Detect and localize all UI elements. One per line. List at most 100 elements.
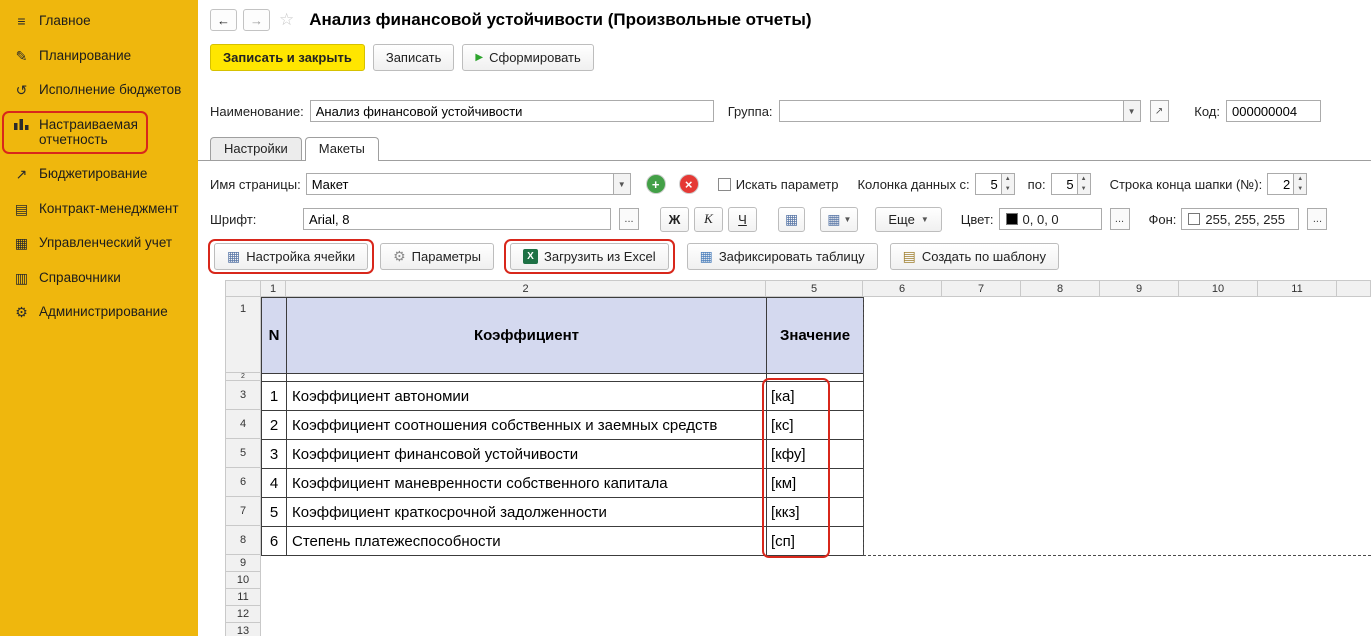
sidebar-item-custom-reports[interactable]: Настраиваемая отчетность (0, 108, 198, 158)
font-picker-button[interactable]: ... (619, 208, 639, 230)
row-number[interactable]: 2 (225, 373, 261, 381)
back-button[interactable]: ← (210, 9, 237, 31)
column-header[interactable]: 11 (1258, 280, 1337, 297)
column-header[interactable]: 9 (1100, 280, 1179, 297)
row-number[interactable]: 8 (225, 526, 261, 555)
sheet-cell[interactable]: Коэффициент автономии (287, 382, 767, 411)
spin-up-icon[interactable]: ▲ (1001, 174, 1014, 184)
column-header[interactable]: 7 (942, 280, 1021, 297)
sheet-cell[interactable]: Коэффициент соотношения собственных и за… (287, 411, 767, 440)
page-name-input[interactable] (305, 173, 614, 195)
sheet-cell[interactable]: Коэффициент краткосрочной задолженности (287, 498, 767, 527)
sidebar-item-planning[interactable]: ✎ Планирование (0, 39, 198, 74)
sheet-cell[interactable]: 1 (262, 382, 287, 411)
spin-up-icon[interactable]: ▲ (1294, 174, 1307, 184)
spin-up-icon[interactable]: ▲ (1077, 174, 1090, 184)
row-number[interactable]: 4 (225, 410, 261, 439)
merge-cells-button[interactable]: ▦ (778, 206, 806, 232)
sheet-cell[interactable]: Коэффициент финансовой устойчивости (287, 440, 767, 469)
cell-settings-button[interactable]: ▦ Настройка ячейки (207, 239, 375, 274)
sheet-cell[interactable]: 5 (262, 498, 287, 527)
sheet-cell[interactable]: [сп] (767, 527, 864, 556)
forward-button[interactable]: → (243, 9, 270, 31)
sheet-cell[interactable]: 3 (262, 440, 287, 469)
sheet-cell[interactable]: Значение (767, 298, 864, 374)
name-input[interactable] (309, 100, 714, 122)
background-picker-button[interactable]: ... (1307, 208, 1328, 230)
spin-down-icon[interactable]: ▼ (1001, 184, 1014, 194)
background-field[interactable]: 255, 255, 255 (1181, 208, 1300, 230)
group-open-button[interactable]: ↗ (1149, 100, 1169, 122)
sheet-cell[interactable]: Степень платежеспособности (287, 527, 767, 556)
bold-button[interactable]: Ж (660, 206, 689, 232)
save-button[interactable]: Записать (372, 44, 455, 71)
row-number[interactable]: 5 (225, 439, 261, 468)
group-dropdown-icon[interactable]: ▼ (1123, 100, 1141, 122)
favorite-star-icon[interactable]: ☆ (279, 10, 294, 30)
row-number[interactable]: 6 (225, 468, 261, 497)
sheet-cell[interactable]: Коэффициент маневренности собственного к… (287, 469, 767, 498)
sheet-cell[interactable] (767, 374, 864, 382)
underline-button[interactable]: Ч (728, 206, 757, 232)
color-picker-button[interactable]: ... (1109, 208, 1130, 230)
row-number[interactable]: 11 (225, 589, 261, 606)
sheet-cell[interactable]: 2 (262, 411, 287, 440)
sheet-cell[interactable]: [ккз] (767, 498, 864, 527)
sidebar-item-management-accounting[interactable]: ▦ Управленческий учет (0, 226, 198, 261)
sidebar-item-budgeting[interactable]: ↗ Бюджетирование (0, 157, 198, 192)
spin-down-icon[interactable]: ▼ (1077, 184, 1090, 194)
row-number[interactable]: 9 (225, 555, 261, 572)
tab-settings[interactable]: Настройки (210, 137, 302, 160)
column-header[interactable]: 5 (766, 280, 863, 297)
add-page-button[interactable]: + (645, 174, 666, 194)
corner-cell[interactable] (225, 280, 261, 297)
sheet-canvas[interactable]: N Коэффициент Значение 1 Коэффициент авт… (261, 297, 1371, 636)
more-button[interactable]: Еще ▼ (875, 206, 942, 232)
column-header[interactable]: 6 (863, 280, 942, 297)
save-and-close-button[interactable]: Записать и закрыть (210, 44, 365, 71)
data-column-to-input[interactable] (1050, 173, 1078, 195)
row-number[interactable]: 12 (225, 606, 261, 623)
sheet-cell[interactable]: [ка] (767, 382, 864, 411)
column-header[interactable]: 10 (1179, 280, 1258, 297)
spin-down-icon[interactable]: ▼ (1294, 184, 1307, 194)
tab-layouts[interactable]: Макеты (304, 137, 379, 161)
sidebar-item-administration[interactable]: ⚙ Администрирование (0, 295, 198, 330)
sidebar-item-budget-execution[interactable]: ↺ Исполнение бюджетов (0, 73, 198, 108)
column-header[interactable]: 1 (261, 280, 286, 297)
search-param-checkbox[interactable] (717, 177, 731, 191)
sheet-cell[interactable]: [кфу] (767, 440, 864, 469)
sheet-cell[interactable]: 4 (262, 469, 287, 498)
data-column-from-input[interactable] (974, 173, 1002, 195)
header-end-row-input[interactable] (1267, 173, 1295, 195)
column-header[interactable]: 8 (1021, 280, 1100, 297)
generate-button[interactable]: ▶ Сформировать (462, 44, 594, 71)
sidebar-item-contract-management[interactable]: ▤ Контракт-менеджмент (0, 192, 198, 227)
delete-page-button[interactable]: × (678, 174, 699, 194)
row-number[interactable]: 7 (225, 497, 261, 526)
sidebar-item-catalogs[interactable]: ▥ Справочники (0, 261, 198, 296)
row-number[interactable]: 13 (225, 623, 261, 636)
font-input[interactable] (303, 208, 611, 230)
fix-table-button[interactable]: ▦ Зафиксировать таблицу (686, 243, 878, 270)
create-from-template-button[interactable]: ▤ Создать по шаблону (889, 243, 1059, 270)
sidebar-item-main[interactable]: ≡ Главное (0, 4, 198, 39)
code-input[interactable] (1226, 100, 1321, 122)
column-header[interactable]: 2 (286, 280, 766, 297)
sheet-cell[interactable]: Коэффициент (287, 298, 767, 374)
sheet-cell[interactable]: N (262, 298, 287, 374)
color-field[interactable]: 0, 0, 0 (998, 208, 1102, 230)
borders-button[interactable]: ▦ ▼ (820, 206, 859, 232)
page-name-dropdown-icon[interactable]: ▼ (613, 173, 631, 195)
italic-button[interactable]: К (694, 206, 723, 232)
sheet-cell[interactable] (287, 374, 767, 382)
parameters-button[interactable]: ⚙ Параметры (380, 243, 494, 270)
group-input[interactable] (778, 100, 1124, 122)
sheet-cell[interactable]: [км] (767, 469, 864, 498)
load-from-excel-button[interactable]: X Загрузить из Excel (503, 239, 675, 274)
row-number[interactable]: 1 (225, 297, 261, 373)
sheet-cell[interactable]: 6 (262, 527, 287, 556)
sheet-cell[interactable] (262, 374, 287, 382)
row-number[interactable]: 3 (225, 381, 261, 410)
sheet-cell[interactable]: [кс] (767, 411, 864, 440)
